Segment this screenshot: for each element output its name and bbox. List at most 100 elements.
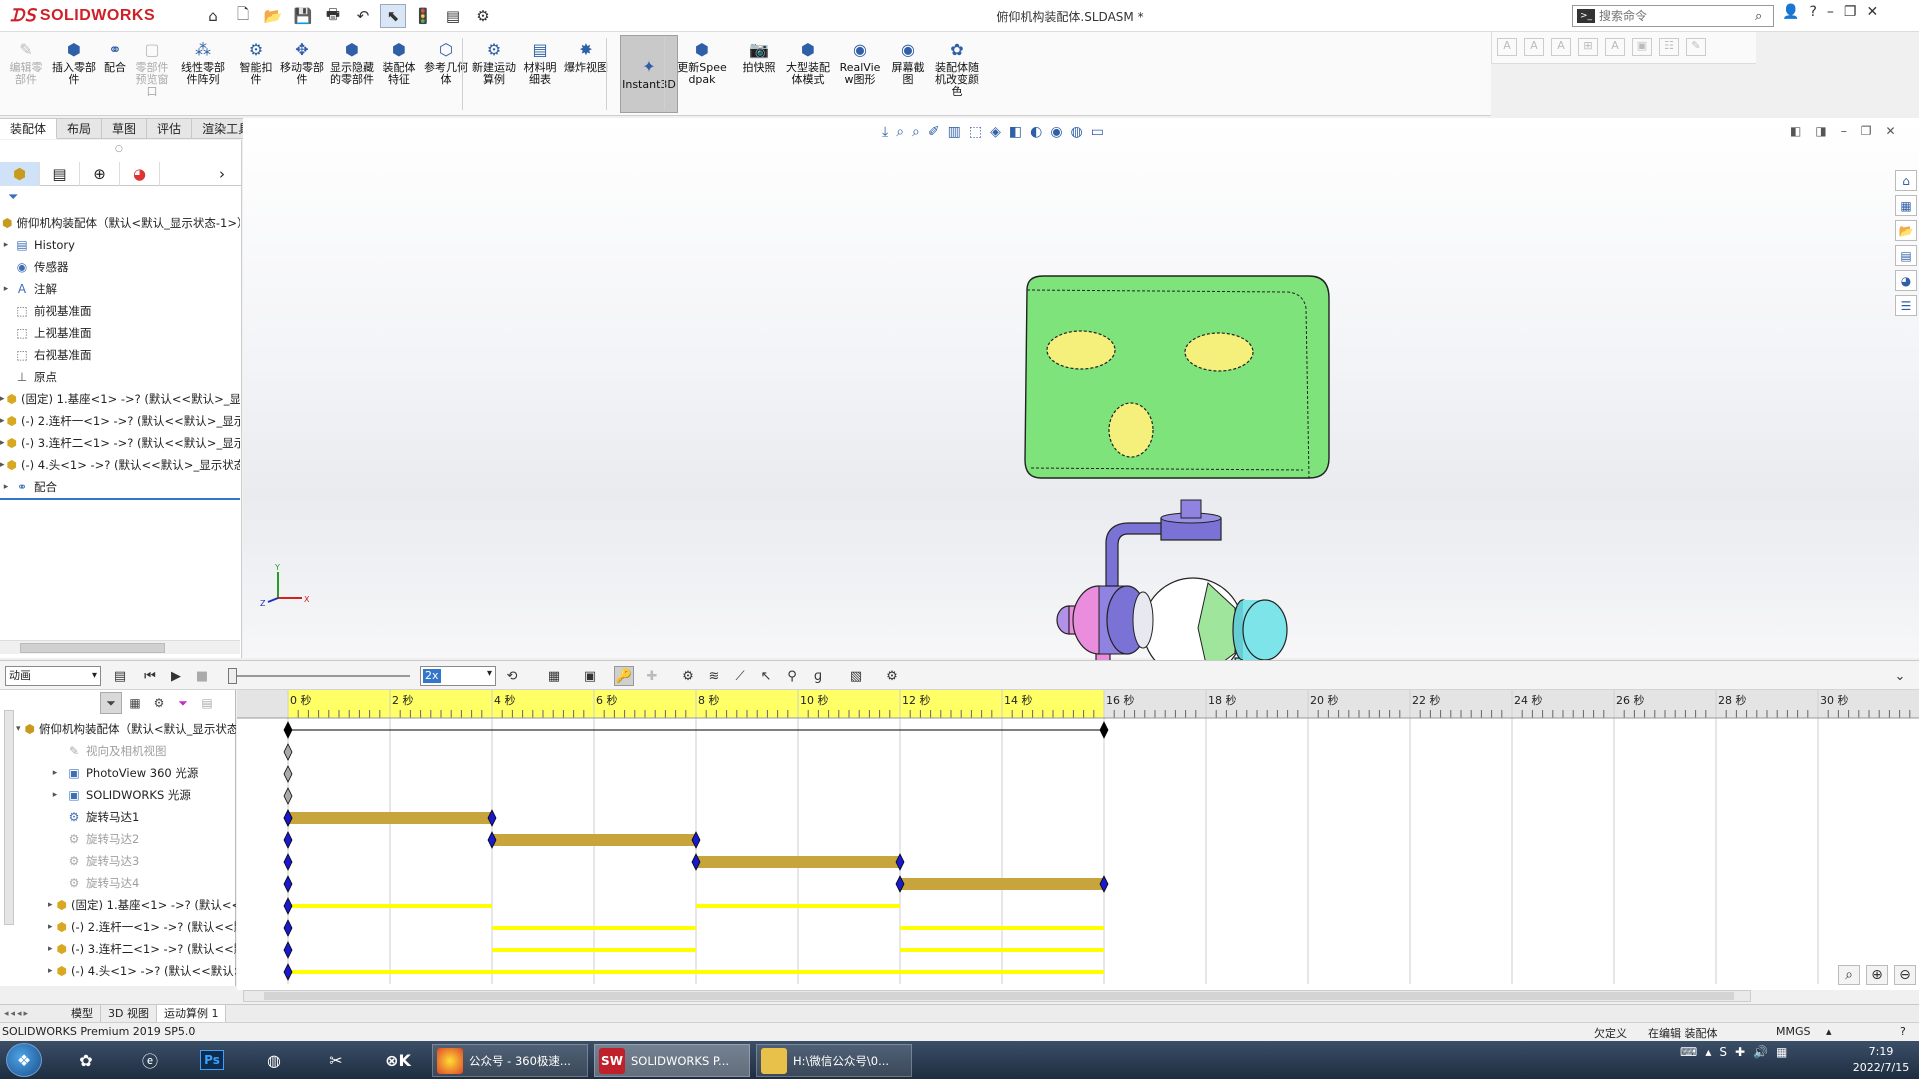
filter-icon[interactable]: ⏷ — [8, 190, 18, 205]
tree-item[interactable]: ▸⬢(固定) 1.基座<1> ->? (默认<<默认>_显示状态 1>) — [0, 388, 240, 410]
mouth[interactable] — [1108, 402, 1154, 458]
tree-root[interactable]: ⬢ 俯仰机构装配体（默认<默认_显示状态-1>） — [0, 212, 240, 234]
ribbon-button-2[interactable]: ⚭ 配合 — [100, 40, 130, 74]
ok-app-icon[interactable]: ⊗K — [376, 1044, 420, 1076]
timeline-hscroll-thumb[interactable] — [264, 992, 1734, 1000]
edit-appearance-icon[interactable]: ◉ — [1050, 124, 1062, 140]
tool-icon-h[interactable]: ✎ — [1686, 38, 1706, 56]
timeline-tick-label[interactable]: 28 秒 — [1718, 693, 1747, 707]
file-properties-icon[interactable]: ▤ — [440, 4, 466, 28]
sogou-icon[interactable]: S — [1719, 1045, 1727, 1059]
tray-expand-icon[interactable]: ▴ — [1705, 1045, 1711, 1059]
timeline-change-bar[interactable] — [492, 948, 696, 952]
contact-icon[interactable]: ⚲ — [782, 666, 802, 686]
autosort-icon[interactable]: ▤ — [196, 692, 218, 714]
timeline-key-motor-start[interactable] — [283, 853, 293, 871]
timeline-motor-bar[interactable] — [696, 856, 900, 868]
collapse-arrow-icon[interactable]: ▾ — [16, 724, 21, 734]
rebuild-icon[interactable]: 🚦 — [410, 4, 436, 28]
ribbon-button-13[interactable]: ✦ Instant3D — [620, 35, 678, 113]
timeline-key-root-start[interactable] — [283, 721, 293, 739]
search-input[interactable] — [1599, 9, 1755, 23]
tree-item[interactable]: ▸⬢(-) 3.连杆二<1> ->? (默认<<默认>_显示状态 1>) — [0, 432, 240, 454]
ribbon-button-3[interactable]: ▢ 零部件预览窗口 — [132, 40, 172, 98]
timeline-tick-label[interactable]: 22 秒 — [1412, 693, 1441, 707]
motion-tree-root[interactable]: ▾ ⬢ 俯仰机构装配体（默认<默认_显示状态-1>） — [0, 718, 236, 740]
head-box[interactable] — [1024, 275, 1330, 479]
tree-item[interactable]: ◉ 传感器 — [0, 256, 240, 278]
dynamic-annotation-icon[interactable]: ⬚ — [969, 124, 982, 140]
timeline-hscroll[interactable] — [243, 990, 1751, 1002]
timeline-key-part[interactable] — [283, 919, 293, 937]
motion-timeline[interactable]: 0 秒 2 秒 4 秒 6 秒 8 秒 10 秒 12 秒 14 秒 16 秒 18 秒 20 秒 2… — [237, 690, 1919, 990]
expand-arrow-icon[interactable]: ▸ — [0, 284, 12, 294]
motion-tree-item[interactable]: ⚙ 旋转马达1 — [0, 806, 236, 828]
expand-arrow-icon[interactable]: ▸ — [48, 922, 53, 932]
featuremanager-tab-icon[interactable]: ⬢ — [0, 162, 40, 186]
timeline-tick-label[interactable]: 24 秒 — [1514, 693, 1543, 707]
tool-icon-f[interactable]: ▣ — [1632, 38, 1652, 56]
timeline-canvas[interactable]: 0 秒 2 秒 4 秒 6 秒 8 秒 10 秒 12 秒 14 秒 16 秒 18 秒 20 秒 2… — [237, 690, 1919, 990]
command-tab-0[interactable]: 装配体 — [0, 118, 58, 139]
tree-item[interactable]: ▸⬢(-) 4.头<1> ->? (默认<<默认>_显示状态 1>) — [0, 454, 240, 476]
expand-arrow-icon[interactable]: ▸ — [0, 416, 5, 426]
units-chevron-icon[interactable]: ▴ — [1826, 1025, 1832, 1038]
security-icon[interactable]: ✚ — [1735, 1045, 1745, 1059]
expand-arrow-icon[interactable]: ▸ — [0, 438, 5, 448]
motion-tree-item[interactable]: ▸⬢(-) 3.连杆二<1> ->? (默认<<默认>_显示状态 1>) — [0, 938, 236, 960]
keyboard-icon[interactable]: ⌨ — [1680, 1045, 1697, 1059]
expand-arrow-icon[interactable]: ▸ — [48, 900, 53, 910]
playback-slider[interactable] — [228, 668, 410, 684]
ribbon-button-15[interactable]: 📷 拍快照 — [740, 40, 778, 74]
tree-item[interactable]: ▸ A 注解 — [0, 278, 240, 300]
new-document-icon[interactable]: 🗋 — [230, 4, 256, 28]
taskbar-clock[interactable]: 7:19 2022/7/15 — [1850, 1044, 1912, 1076]
tool-icon-c[interactable]: A — [1551, 38, 1571, 56]
stop-icon[interactable]: ■ — [192, 666, 212, 686]
timeline-key-gray[interactable] — [283, 787, 293, 805]
print-icon[interactable]: 🖶 — [320, 4, 346, 28]
timeline-tick-label[interactable]: 12 秒 — [902, 693, 931, 707]
timeline-change-bar[interactable] — [288, 904, 492, 908]
play-from-start-icon[interactable]: ⏮ — [140, 666, 160, 686]
hscroll-thumb[interactable] — [20, 643, 165, 653]
motion-tree-item[interactable]: ▸⬢(-) 2.连杆一<1> ->? (默认<<默认>_显示状态 1>) — [0, 916, 236, 938]
motion-tree-item[interactable]: ⚙ 旋转马达3 — [0, 850, 236, 872]
timeline-tick-label[interactable]: 30 秒 — [1820, 693, 1849, 707]
tree-item[interactable]: ⬚ 上视基准面 — [0, 322, 240, 344]
filter-animated-icon[interactable]: ⏷ — [100, 692, 122, 714]
orient-icon[interactable]: ⤓ — [882, 124, 888, 140]
gfx-close-icon[interactable]: ✕ — [1885, 124, 1895, 138]
displaymanager-tab-icon[interactable]: ◕ — [120, 162, 160, 186]
motor-tool-icon[interactable]: ⚙ — [678, 666, 698, 686]
ribbon-button-7[interactable]: ⬢ 显示隐藏的零部件 — [328, 40, 376, 86]
save-icon[interactable]: 💾 — [290, 4, 316, 28]
custom-properties-icon[interactable]: ☰ — [1895, 295, 1917, 316]
zoom-area-icon[interactable]: ⌕ — [912, 124, 920, 140]
slider-knob[interactable] — [228, 668, 237, 684]
start-button[interactable]: ❖ — [6, 1043, 42, 1077]
expand-arrow-icon[interactable]: ▸ — [48, 768, 62, 778]
timeline-tick-label[interactable]: 0 秒 — [290, 693, 312, 707]
ribbon-button-8[interactable]: ⬢ 装配体特征 — [378, 40, 420, 86]
timeline-key-part[interactable] — [283, 941, 293, 959]
ribbon-button-10[interactable]: ⚙ 新建运动算例 — [472, 40, 516, 86]
motion-tree-item[interactable]: ⚙ 旋转马达4 — [0, 872, 236, 894]
network-icon[interactable]: ▦ — [1776, 1045, 1787, 1059]
view-settings-icon[interactable]: ▭ — [1091, 124, 1104, 140]
ribbon-button-17[interactable]: ◉ RealView图形 — [836, 40, 884, 86]
tool-icon-a[interactable]: A — [1497, 38, 1517, 56]
timeline-motor-bar[interactable] — [288, 812, 492, 824]
timeline-change-bar[interactable] — [288, 970, 1104, 974]
motion-tree-item[interactable]: ▸⬢(-) 4.头<1> ->? (默认<<默认>_显示状态 1>) — [0, 960, 236, 982]
command-tab-1[interactable]: 布局 — [57, 118, 103, 139]
help-icon[interactable]: ? — [1809, 4, 1816, 20]
expand-tabs-chevron-icon[interactable]: › — [202, 162, 242, 186]
calculate-icon[interactable]: ▤ — [110, 666, 130, 686]
right-eye[interactable] — [1184, 332, 1254, 372]
tile-right-icon[interactable]: ◨ — [1815, 124, 1826, 138]
help-bubble-icon[interactable]: ? — [1900, 1025, 1906, 1038]
ribbon-button-1[interactable]: ⬢ 插入零部件 — [52, 40, 96, 86]
ribbon-button-14[interactable]: ⬢ 更新Speedpak — [676, 40, 728, 86]
timeline-tick-label[interactable]: 4 秒 — [494, 693, 516, 707]
